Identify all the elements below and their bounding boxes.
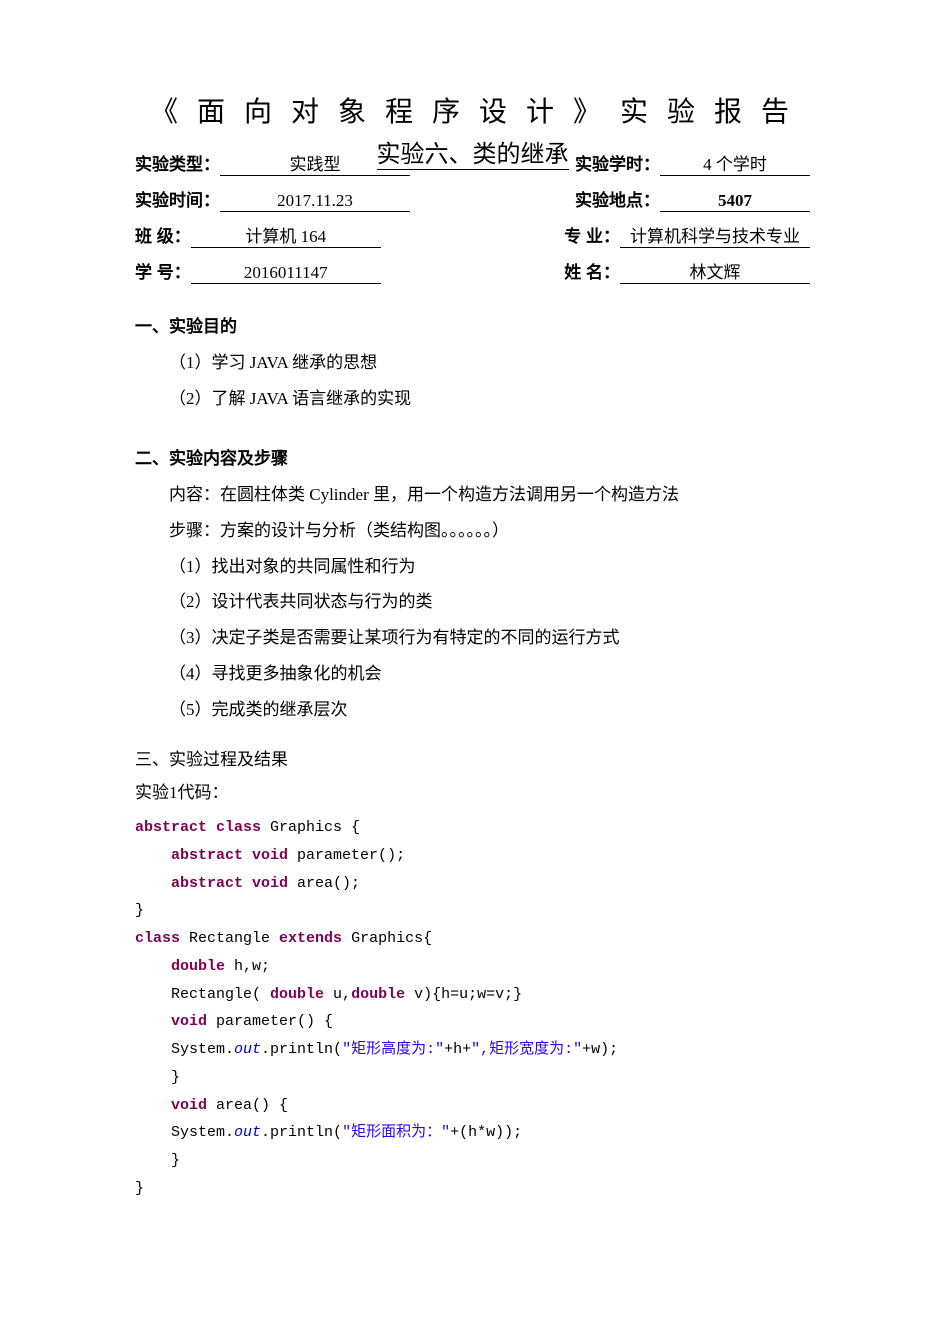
s2-step-1: （1）找出对象的共同属性和行为: [169, 549, 810, 585]
s2-step-2: （2）设计代表共同状态与行为的类: [169, 584, 810, 620]
code-block: abstract class Graphics { abstract void …: [135, 814, 810, 1203]
document-page: 《 面 向 对 象 程 序 设 计 》 实 验 报 告 实验六、类的继承 课程代…: [0, 0, 945, 1337]
info-row-class: 班 级：计算机 164 专 业：计算机科学与技术专业: [135, 222, 810, 248]
s2-content: 内容：在圆柱体类 Cylinder 里，用一个构造方法调用另一个构造方法: [169, 477, 810, 513]
section-1-title: 一、实验目的: [135, 312, 810, 337]
s2-step-4: （4）寻找更多抽象化的机会: [169, 656, 810, 692]
s1-item-1: （1）学习 JAVA 继承的思想: [169, 345, 810, 381]
report-title: 《 面 向 对 象 程 序 设 计 》 实 验 报 告: [135, 90, 810, 130]
info-row-sid: 学 号：2016011147 姓 名：林文辉: [135, 258, 810, 284]
s2-step-3: （3）决定子类是否需要让某项行为有特定的不同的运行方式: [169, 620, 810, 656]
info-row-time: 实验时间：2017.11.23 实验地点：5407: [135, 186, 810, 212]
section-3-title: 三、实验过程及结果: [135, 745, 810, 770]
s1-item-2: （2）了解 JAVA 语言继承的实现: [169, 381, 810, 417]
s2-steps-intro: 步骤：方案的设计与分析（类结构图。。。。。。）: [169, 513, 810, 549]
s3-label: 实验1代码：: [135, 776, 810, 810]
section-2-title: 二、实验内容及步骤: [135, 444, 810, 469]
s2-step-5: （5）完成类的继承层次: [169, 692, 810, 728]
